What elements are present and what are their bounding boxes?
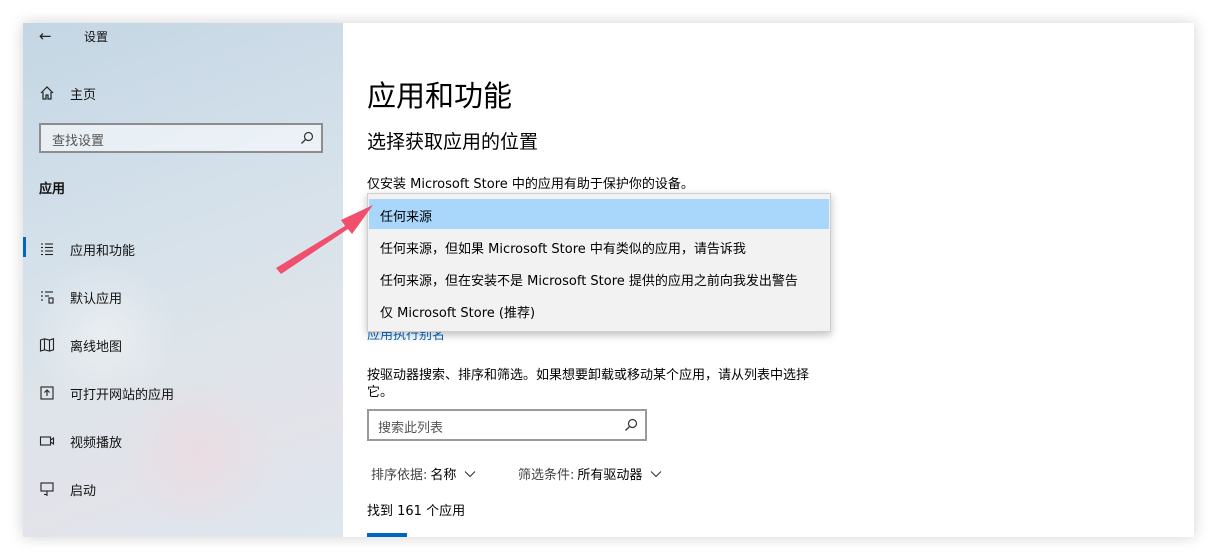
dropdown-option-label: 仅 Microsoft Store (推荐) xyxy=(380,306,536,321)
sidebar-item-label: 离线地图 xyxy=(70,339,123,355)
video-icon xyxy=(39,436,55,446)
filter-by-label: 筛选条件: xyxy=(518,468,575,483)
window-title: 设置 xyxy=(84,30,109,44)
search-icon[interactable] xyxy=(623,417,639,433)
map-icon xyxy=(39,338,55,352)
chevron-down-icon xyxy=(651,470,662,477)
web-app-icon xyxy=(40,386,54,400)
sidebar-item-label: 可打开网站的应用 xyxy=(70,387,175,403)
loading-progress-bar xyxy=(367,533,407,537)
dropdown-option-anywhere[interactable]: 任何来源 xyxy=(369,199,829,229)
list-icon xyxy=(41,243,53,256)
app-list-search-placeholder: 搜索此列表 xyxy=(378,421,444,436)
sidebar-section-label: 应用 xyxy=(39,182,66,197)
main-content: 应用和功能 选择获取应用的位置 仅安装 Microsoft Store 中的应用… xyxy=(343,23,1194,537)
section-subtitle: 选择获取应用的位置 xyxy=(367,131,539,153)
sidebar-item-label: 默认应用 xyxy=(70,291,123,307)
sort-by-dropdown[interactable]: 排序依据: 名称 xyxy=(371,464,476,483)
back-arrow-icon[interactable]: ← xyxy=(39,27,52,45)
settings-search-input[interactable]: 查找设置 xyxy=(39,123,323,153)
settings-window: ← 设置 主页 查找设置 应用 应用和功能 默认应用 离线地图 可打开网站的应用… xyxy=(23,23,1194,537)
sidebar-item-startup[interactable]: 启动 xyxy=(23,465,343,513)
sidebar-item-label: 启动 xyxy=(70,483,97,499)
sidebar: ← 设置 主页 查找设置 应用 应用和功能 默认应用 离线地图 可打开网站的应用… xyxy=(23,23,343,537)
dropdown-option-label: 任何来源，但在安装不是 Microsoft Store 提供的应用之前向我发出警… xyxy=(380,274,798,289)
dropdown-option-anywhere-notify[interactable]: 任何来源，但如果 Microsoft Store 中有类似的应用，请告诉我 xyxy=(369,231,829,261)
dropdown-option-anywhere-warn[interactable]: 任何来源，但在安装不是 Microsoft Store 提供的应用之前向我发出警… xyxy=(369,263,829,293)
sidebar-nav: 应用和功能 默认应用 离线地图 可打开网站的应用 视频播放 启动 xyxy=(23,225,343,513)
dropdown-option-label: 任何来源 xyxy=(380,210,433,225)
app-list-search-input[interactable]: 搜索此列表 xyxy=(367,409,647,441)
sidebar-item-video-playback[interactable]: 视频播放 xyxy=(23,417,343,465)
dropdown-option-store-only[interactable]: 仅 Microsoft Store (推荐) xyxy=(369,295,829,325)
sidebar-item-home[interactable]: 主页 xyxy=(39,81,96,105)
install-source-dropdown[interactable]: 任何来源 任何来源，但如果 Microsoft Store 中有类似的应用，请告… xyxy=(367,193,831,332)
default-apps-icon xyxy=(41,291,54,304)
filter-by-dropdown[interactable]: 筛选条件: 所有驱动器 xyxy=(518,464,662,483)
dropdown-option-label: 任何来源，但如果 Microsoft Store 中有类似的应用，请告诉我 xyxy=(380,242,746,257)
settings-search-placeholder: 查找设置 xyxy=(52,134,105,149)
chevron-down-icon xyxy=(465,470,476,477)
sort-by-label: 排序依据: xyxy=(371,468,428,483)
search-sort-filter-description: 按驱动器搜索、排序和筛选。如果想要卸载或移动某个应用，请从列表中选择它。 xyxy=(367,368,810,400)
sidebar-item-web-apps[interactable]: 可打开网站的应用 xyxy=(23,369,343,417)
search-icon[interactable] xyxy=(299,130,315,146)
sidebar-item-home-label: 主页 xyxy=(70,87,97,103)
sidebar-item-label: 视频播放 xyxy=(70,435,123,451)
sidebar-item-default-apps[interactable]: 默认应用 xyxy=(23,273,343,321)
sort-by-value: 名称 xyxy=(430,468,457,483)
sidebar-item-label: 应用和功能 xyxy=(70,243,136,259)
title-bar: ← 设置 xyxy=(23,23,343,49)
apps-found-count: 找到 161 个应用 xyxy=(367,504,466,519)
home-icon xyxy=(40,86,54,100)
install-source-description: 仅安装 Microsoft Store 中的应用有助于保护你的设备。 xyxy=(367,177,694,192)
sidebar-item-apps-features[interactable]: 应用和功能 xyxy=(23,225,343,273)
sidebar-item-offline-maps[interactable]: 离线地图 xyxy=(23,321,343,369)
startup-icon xyxy=(40,482,54,496)
page-title: 应用和功能 xyxy=(367,79,513,113)
filter-by-value: 所有驱动器 xyxy=(577,468,643,483)
